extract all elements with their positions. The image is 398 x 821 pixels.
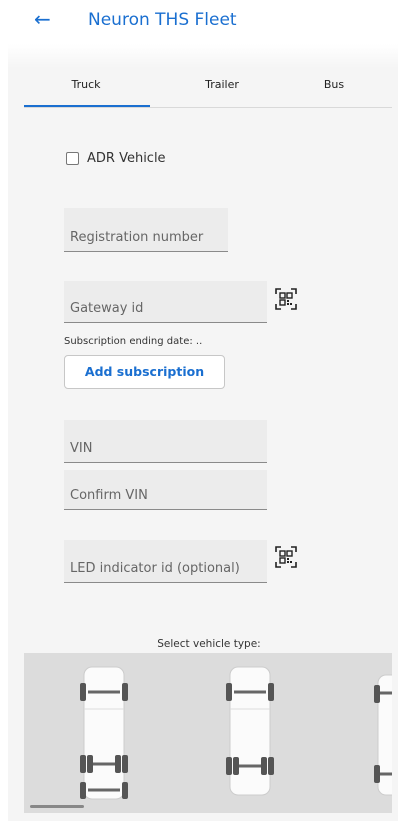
app-bar: ← Neuron THS Fleet [0, 0, 398, 44]
tab-bus[interactable]: Bus [294, 78, 374, 91]
confirm-vin-field[interactable]: Confirm VIN [64, 470, 267, 510]
qr-scan-icon[interactable] [275, 546, 297, 568]
subscription-ending-text: Subscription ending date: .. [64, 336, 203, 347]
select-vehicle-type-label: Select vehicle type: [157, 638, 261, 650]
led-indicator-placeholder: LED indicator id (optional) [70, 561, 240, 576]
vehicle-type-selector [24, 653, 392, 813]
adr-vehicle-label: ADR Vehicle [87, 150, 166, 166]
led-indicator-field[interactable]: LED indicator id (optional) [64, 540, 267, 583]
tab-trailer[interactable]: Trailer [182, 78, 262, 91]
vin-field[interactable]: VIN [64, 420, 267, 463]
card-top-shadow [8, 44, 398, 68]
truck-partial-icon[interactable] [372, 673, 392, 799]
tab-active-indicator [24, 105, 150, 107]
confirm-vin-placeholder: Confirm VIN [70, 488, 148, 503]
vin-placeholder: VIN [70, 441, 93, 456]
arrow-left-icon[interactable]: ← [34, 7, 51, 31]
qr-scan-icon[interactable] [275, 288, 297, 310]
horizontal-scrollbar[interactable] [30, 805, 84, 808]
registration-number-placeholder: Registration number [70, 230, 204, 245]
registration-number-field[interactable]: Registration number [64, 208, 228, 252]
adr-vehicle-checkbox[interactable] [66, 151, 79, 165]
tab-truck[interactable]: Truck [46, 78, 126, 91]
truck-3-axle-icon[interactable] [76, 663, 132, 803]
page-title: Neuron THS Fleet [88, 10, 237, 30]
vehicle-category-tabs: Truck Trailer Bus [24, 70, 392, 108]
gateway-id-field[interactable]: Gateway id [64, 281, 267, 323]
gateway-id-placeholder: Gateway id [70, 301, 144, 316]
adr-vehicle-row[interactable]: ADR Vehicle [66, 149, 166, 167]
truck-2-axle-icon[interactable] [222, 663, 278, 799]
add-subscription-button[interactable]: Add subscription [64, 355, 225, 389]
